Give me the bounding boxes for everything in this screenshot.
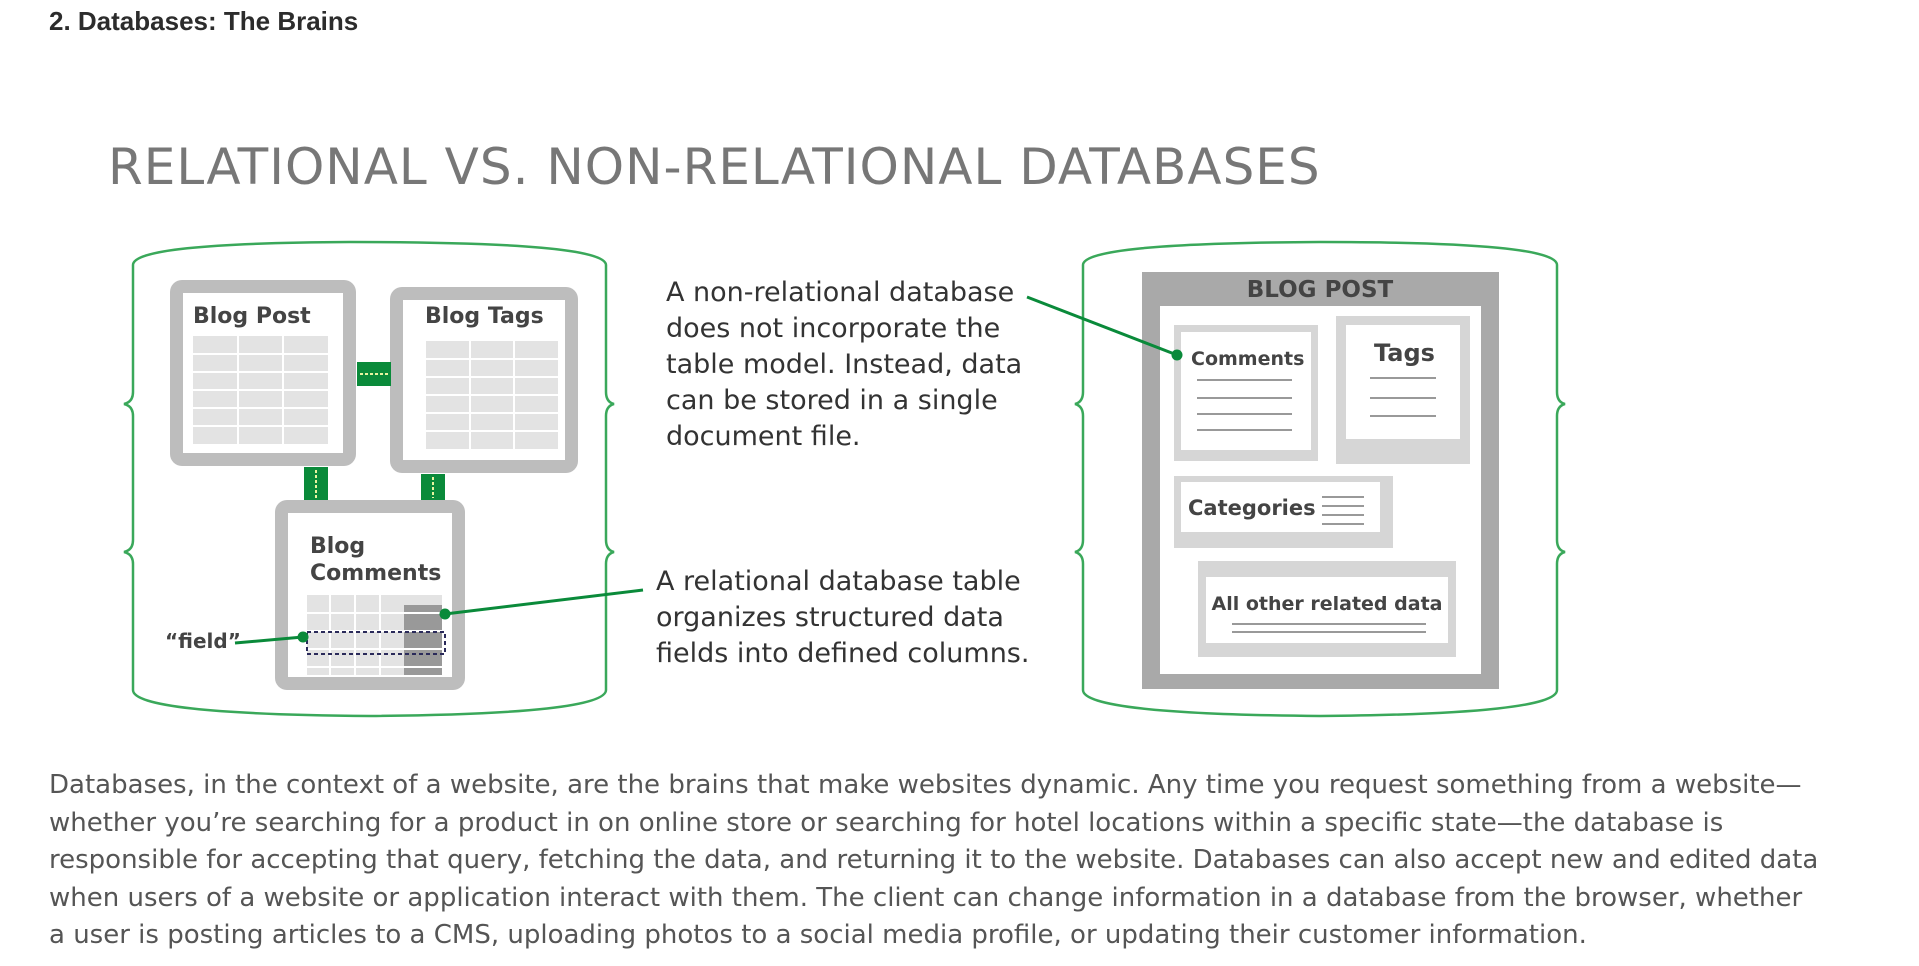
relational-callout: A relational database table organizes st… (656, 564, 1029, 672)
field-label: “field” (165, 629, 241, 653)
body-paragraph: Databases, in the context of a website, … (49, 767, 1909, 955)
blog-comments-label-line2: Comments (310, 561, 441, 586)
body-line: responsible for accepting that query, fe… (49, 845, 1819, 875)
categories-label: Categories (1188, 496, 1316, 520)
body-line: Databases, in the context of a website, … (49, 770, 1802, 800)
blog-post-label: Blog Post (193, 304, 311, 329)
database-comparison-figure: RELATIONAL VS. NON-RELATIONAL DATABASES … (0, 0, 1919, 740)
blog-post-document (1142, 272, 1499, 689)
callout-line: does not incorporate the (666, 313, 1001, 344)
callout-line: A relational database table (656, 566, 1021, 597)
non-relational-callout: A non-relational database does not incor… (666, 275, 1022, 455)
comments-label: Comments (1191, 348, 1304, 370)
all-other-related-data-label: All other related data (1212, 593, 1443, 615)
callout-line: document file. (666, 421, 861, 452)
callout-line: fields into defined columns. (656, 638, 1030, 669)
blog-comments-table (275, 500, 465, 690)
document-title: BLOG POST (1247, 277, 1394, 303)
callout-line: organizes structured data (656, 602, 1004, 633)
body-line: when users of a website or application i… (49, 882, 1803, 913)
blog-tags-label: Blog Tags (425, 304, 544, 329)
callout-line: can be stored in a single (666, 385, 998, 416)
callout-line: A non-relational database (666, 277, 1015, 308)
tags-label: Tags (1374, 339, 1435, 367)
body-line: whether you’re searching for a product i… (49, 807, 1724, 838)
relational-callout-pointer (439, 588, 644, 620)
callout-line: table model. Instead, data (666, 349, 1023, 380)
blog-comments-label-line1: Blog (310, 534, 365, 559)
body-line: a user is posting articles to a CMS, upl… (49, 920, 1587, 950)
